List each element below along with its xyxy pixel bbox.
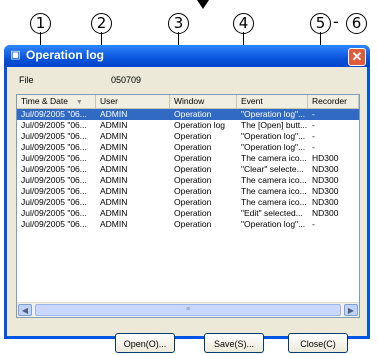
cell-recorder: -	[312, 109, 315, 119]
cell-window: Operation	[174, 153, 212, 163]
window-title: Operation log	[26, 48, 104, 62]
cell-window: Operation	[174, 131, 212, 141]
callout-2: 2	[91, 11, 112, 34]
callout-5: 5	[310, 11, 331, 34]
table-row[interactable]: Jul/09/2005 "06... ADMIN Operation "Operati…	[17, 109, 359, 120]
cell-event: The camera ico...	[241, 197, 307, 207]
cell-event: "Operation log"...	[241, 131, 306, 141]
cell-user: ADMIN	[100, 120, 128, 130]
log-list[interactable]: Time & Date ▼ User Window Event Recorder …	[16, 94, 360, 318]
table-row[interactable]: Jul/09/2005 "06... ADMIN Operation log The …	[17, 120, 359, 131]
cell-recorder: ND300	[312, 197, 339, 207]
cell-recorder: ND300	[312, 175, 339, 185]
scroll-right-icon[interactable]: ▶	[344, 304, 358, 316]
cell-window: Operation	[174, 219, 212, 229]
cell-time: Jul/09/2005 "06...	[21, 131, 87, 141]
cell-time: Jul/09/2005 "06...	[21, 109, 87, 119]
cell-user: ADMIN	[100, 164, 128, 174]
cell-time: Jul/09/2005 "06...	[21, 153, 87, 163]
cell-window: Operation log	[174, 120, 226, 130]
column-header-window[interactable]: Window	[170, 95, 237, 108]
scroll-thumb-grip-icon: ≡	[185, 306, 191, 313]
scroll-left-icon[interactable]: ◀	[18, 304, 32, 316]
close-icon[interactable]: ✕	[348, 48, 366, 66]
callout-dash: -	[333, 12, 339, 31]
cell-user: ADMIN	[100, 208, 128, 218]
open-button[interactable]: Open(O)...	[115, 333, 175, 353]
cell-event: "Operation log"...	[241, 219, 306, 229]
window-body: File 050709 Time & Date ▼ User Window Eve…	[7, 67, 367, 353]
table-row[interactable]: Jul/09/2005 "06... ADMIN Operation The came…	[17, 197, 359, 208]
list-header: Time & Date ▼ User Window Event Recorder	[17, 95, 359, 109]
column-header-event[interactable]: Event	[237, 95, 308, 108]
cell-user: ADMIN	[100, 197, 128, 207]
cell-recorder: ND300	[312, 186, 339, 196]
log-icon: ▣	[10, 49, 21, 61]
sort-arrow-icon: ▼	[75, 99, 83, 106]
cell-time: Jul/09/2005 "06...	[21, 142, 87, 152]
cell-time: Jul/09/2005 "06...	[21, 164, 87, 174]
table-row[interactable]: Jul/09/2005 "06... ADMIN Operation "Operati…	[17, 131, 359, 142]
callout-1: 1	[30, 11, 51, 34]
cell-recorder: ND300	[312, 164, 339, 174]
cell-user: ADMIN	[100, 186, 128, 196]
cell-time: Jul/09/2005 "06...	[21, 186, 87, 196]
cell-event: "Operation log"...	[241, 142, 306, 152]
column-header-time[interactable]: Time & Date ▼	[17, 95, 96, 108]
cell-event: The camera ico...	[241, 186, 307, 196]
cell-event: The [Open] butt...	[241, 120, 308, 130]
table-row[interactable]: Jul/09/2005 "06... ADMIN Operation "Edit" s…	[17, 208, 359, 219]
cell-user: ADMIN	[100, 175, 128, 185]
pointer-arrow-icon	[197, 0, 209, 9]
table-row[interactable]: Jul/09/2005 "06... ADMIN Operation "Operati…	[17, 142, 359, 153]
cell-window: Operation	[174, 142, 212, 152]
horizontal-scrollbar[interactable]: ◀ ≡ ▶	[17, 302, 359, 317]
cell-window: Operation	[174, 197, 212, 207]
file-label: File	[19, 75, 34, 85]
cell-recorder: HD300	[312, 153, 339, 163]
cell-time: Jul/09/2005 "06...	[21, 219, 87, 229]
table-row[interactable]: Jul/09/2005 "06... ADMIN Operation "Operati…	[17, 219, 359, 230]
callout-3: 3	[168, 11, 189, 34]
scroll-thumb[interactable]: ≡	[35, 304, 341, 316]
cell-user: ADMIN	[100, 109, 128, 119]
cell-event: The camera ico...	[241, 175, 307, 185]
cell-recorder: ND300	[312, 208, 339, 218]
cell-recorder: -	[312, 219, 315, 229]
table-row[interactable]: Jul/09/2005 "06... ADMIN Operation The came…	[17, 153, 359, 164]
cell-event: "Clear" selecte...	[241, 164, 304, 174]
table-row[interactable]: Jul/09/2005 "06... ADMIN Operation The came…	[17, 175, 359, 186]
cell-recorder: -	[312, 142, 315, 152]
cell-recorder: -	[312, 131, 315, 141]
title-bar[interactable]: ▣ Operation log ✕	[4, 45, 370, 67]
callout-6: 6	[346, 11, 367, 34]
cell-event: The camera ico...	[241, 153, 307, 163]
table-row[interactable]: Jul/09/2005 "06... ADMIN Operation The came…	[17, 186, 359, 197]
cell-user: ADMIN	[100, 219, 128, 229]
cell-window: Operation	[174, 208, 212, 218]
cell-window: Operation	[174, 175, 212, 185]
cell-time: Jul/09/2005 "06...	[21, 175, 87, 185]
cell-time: Jul/09/2005 "06...	[21, 197, 87, 207]
operation-log-window: ▣ Operation log ✕ File 050709 Time & Dat…	[4, 45, 370, 353]
cell-user: ADMIN	[100, 142, 128, 152]
close-button[interactable]: Close(C)	[288, 333, 348, 353]
cell-time: Jul/09/2005 "06...	[21, 120, 87, 130]
cell-window: Operation	[174, 109, 212, 119]
callout-4: 4	[233, 11, 254, 34]
cell-window: Operation	[174, 186, 212, 196]
cell-user: ADMIN	[100, 131, 128, 141]
cell-time: Jul/09/2005 "06...	[21, 208, 87, 218]
cell-event: "Operation log"...	[241, 109, 306, 119]
table-row[interactable]: Jul/09/2005 "06... ADMIN Operation "Clear" …	[17, 164, 359, 175]
cell-window: Operation	[174, 164, 212, 174]
cell-user: ADMIN	[100, 153, 128, 163]
column-header-user[interactable]: User	[96, 95, 170, 108]
cell-recorder: -	[312, 120, 315, 130]
cell-event: "Edit" selected...	[241, 208, 303, 218]
file-name: 050709	[111, 75, 142, 85]
save-button[interactable]: Save(S)...	[204, 333, 264, 353]
column-header-recorder[interactable]: Recorder	[308, 95, 359, 108]
